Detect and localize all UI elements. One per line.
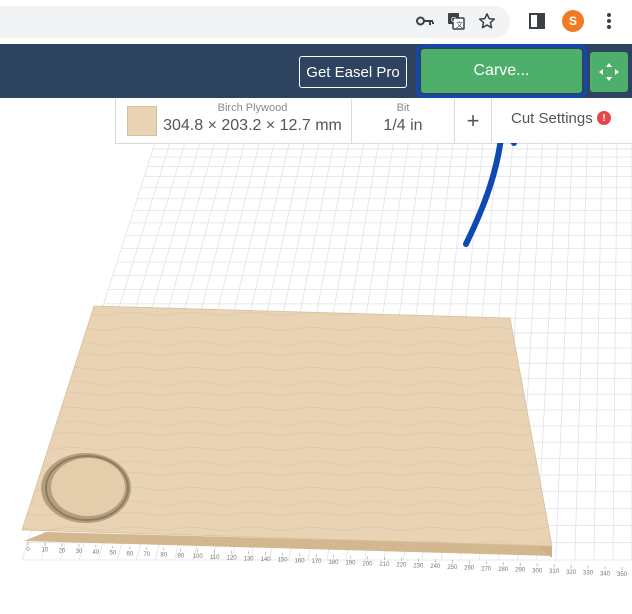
ruler-label: 20 [59,548,66,554]
ruler-label: 110 [210,555,220,561]
translate-icon[interactable]: G文 [445,10,467,32]
ruler-label: 10 [42,548,49,554]
carve-highlight-box [416,44,587,98]
ruler-label: 40 [93,550,100,556]
browser-toolbar: G文 S [0,0,632,44]
fit-view-button[interactable] [590,52,628,92]
ruler-label: 240 [430,564,441,570]
ruler-label: 150 [278,558,289,564]
material-toolbar: Birch Plywood 304.8 × 203.2 × 12.7 mm Bi… [115,99,632,144]
ruler-label: 260 [464,566,475,572]
ruler-label: 60 [126,551,133,557]
ruler-label: 160 [295,558,306,564]
add-bit-button[interactable]: + [455,106,491,136]
star-icon[interactable] [476,10,498,32]
ruler-label: 230 [413,563,424,569]
ruler-label: 130 [244,556,255,562]
bit-selector[interactable]: 1/4 in [352,117,454,135]
ruler-label: 70 [143,552,150,558]
ruler-label: 320 [566,570,577,576]
warning-icon: ! [597,111,611,125]
svg-text:文: 文 [456,20,463,29]
menu-icon[interactable] [598,10,620,32]
ruler-label: 270 [481,566,492,572]
ruler-label: 190 [345,561,356,567]
ruler-label: 90 [177,553,184,559]
ruler-label: 80 [160,553,167,559]
ruler-label: 180 [328,560,339,566]
ruler-label: 170 [312,559,323,565]
material-swatch[interactable] [127,106,157,136]
ruler-label: 350 [617,572,628,578]
ruler-label: 220 [396,563,407,569]
ruler-label: 0 [26,547,30,553]
ruler-label: 140 [261,557,272,563]
divider [491,99,492,143]
ruler-label: 120 [227,556,238,562]
ruler-label: 250 [447,565,458,571]
material-dimensions[interactable]: 304.8 × 203.2 × 12.7 mm [160,117,345,135]
ruler-label: 340 [600,571,611,577]
ruler-label: 210 [379,562,390,568]
bit-label: Bit [396,102,410,114]
ruler-label: 330 [583,571,594,577]
app-header: Get Easel Pro Carve... [0,44,632,98]
ruler-label: 30 [76,549,83,555]
circle-pocket[interactable] [41,453,131,523]
ruler-label: 50 [110,551,117,557]
ruler-label: 290 [515,568,526,574]
material-name[interactable]: Birch Plywood [160,102,345,114]
arrows-expand-icon [599,63,619,81]
sidebar-icon[interactable] [526,10,548,32]
cut-settings-button[interactable]: Cut Settings [511,110,593,127]
ruler-label: 200 [362,561,373,567]
key-icon[interactable] [414,10,436,32]
profile-avatar[interactable]: S [562,10,584,32]
ruler-label: 280 [498,567,509,573]
ruler-label: 300 [532,568,543,574]
ruler-label: 310 [549,569,560,575]
preview-canvas[interactable]: 0 10 20 30 40 50 60 70 80 90 100 110 120 130 140 150 160… [0,143,632,614]
get-easel-pro-button[interactable]: Get Easel Pro [299,56,407,88]
ruler-label: 100 [193,554,204,560]
